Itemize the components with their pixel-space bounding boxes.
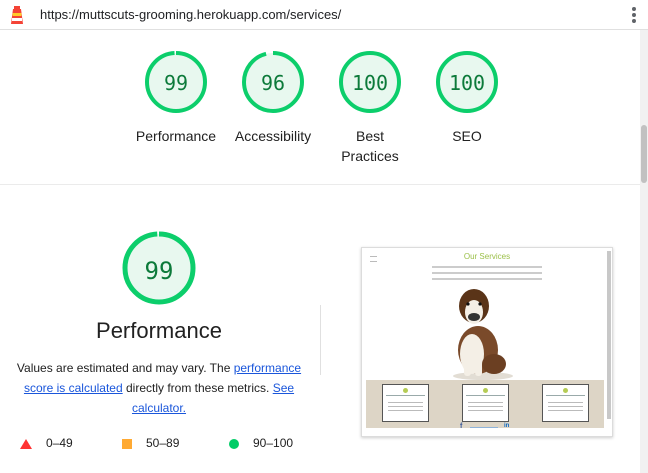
score-gauges: 99 Performance 96 Accessibility 100 Best… bbox=[0, 30, 640, 185]
screenshot-text-line bbox=[432, 266, 542, 268]
performance-gauge-large: 99 Performance bbox=[14, 230, 304, 344]
screenshot-text-line bbox=[432, 278, 542, 280]
page-url[interactable]: https://muttscuts-grooming.herokuapp.com… bbox=[40, 7, 341, 22]
legend-range: 0–49 bbox=[46, 436, 73, 450]
dog-image bbox=[453, 289, 513, 380]
scrollbar-thumb[interactable] bbox=[641, 125, 647, 183]
footer-link-line bbox=[470, 427, 498, 428]
more-options-icon[interactable] bbox=[629, 5, 639, 25]
service-card bbox=[382, 384, 429, 422]
legend-range: 90–100 bbox=[253, 436, 294, 450]
lighthouse-icon bbox=[11, 6, 23, 24]
gauge-score: 100 bbox=[448, 71, 486, 95]
square-icon bbox=[122, 438, 132, 449]
legend-fail: 0–49 bbox=[20, 436, 73, 450]
gauge-label: Best Practices bbox=[320, 126, 420, 166]
gauge-seo[interactable]: 100 SEO bbox=[417, 50, 517, 146]
gauge-score: 99 bbox=[163, 71, 189, 95]
legend-average: 50–89 bbox=[122, 436, 179, 450]
performance-score: 99 bbox=[144, 257, 174, 285]
screenshot-heading: Our Services bbox=[463, 252, 511, 261]
gauge-best-practices[interactable]: 100 Best Practices bbox=[320, 50, 420, 166]
scrollbar[interactable] bbox=[640, 30, 648, 473]
facebook-icon: f bbox=[460, 423, 463, 430]
service-card bbox=[542, 384, 589, 422]
gauge-accessibility[interactable]: 96 Accessibility bbox=[223, 50, 323, 146]
service-card bbox=[462, 384, 509, 422]
legend-range: 50–89 bbox=[146, 436, 180, 450]
linkedin-icon: in bbox=[504, 423, 510, 429]
legend-pass: 90–100 bbox=[229, 436, 293, 450]
screenshot-scrollbar bbox=[607, 251, 611, 419]
performance-title: Performance bbox=[96, 318, 222, 343]
desc-text-2: directly from these metrics. bbox=[122, 381, 273, 395]
gauge-label-line1: Best bbox=[355, 128, 384, 144]
desc-text-1: Values are estimated and may vary. The bbox=[16, 361, 234, 375]
gauge-performance[interactable]: 99 Performance bbox=[126, 50, 226, 146]
performance-description: Values are estimated and may vary. The p… bbox=[8, 358, 310, 418]
divider bbox=[320, 305, 321, 375]
gauge-score: 96 bbox=[260, 71, 286, 95]
gauge-label-line2: Practices bbox=[341, 148, 399, 164]
screenshot-text-line bbox=[432, 272, 542, 274]
gauge-label: Performance bbox=[135, 128, 217, 144]
triangle-icon bbox=[20, 438, 32, 449]
gauge-label: Accessibility bbox=[234, 128, 312, 144]
final-screenshot[interactable]: Our Services f in bbox=[361, 247, 613, 437]
gauge-score: 100 bbox=[351, 71, 389, 95]
browser-toolbar: https://muttscuts-grooming.herokuapp.com… bbox=[0, 0, 648, 30]
gauge-label: SEO bbox=[452, 128, 482, 144]
circle-icon bbox=[229, 438, 239, 449]
